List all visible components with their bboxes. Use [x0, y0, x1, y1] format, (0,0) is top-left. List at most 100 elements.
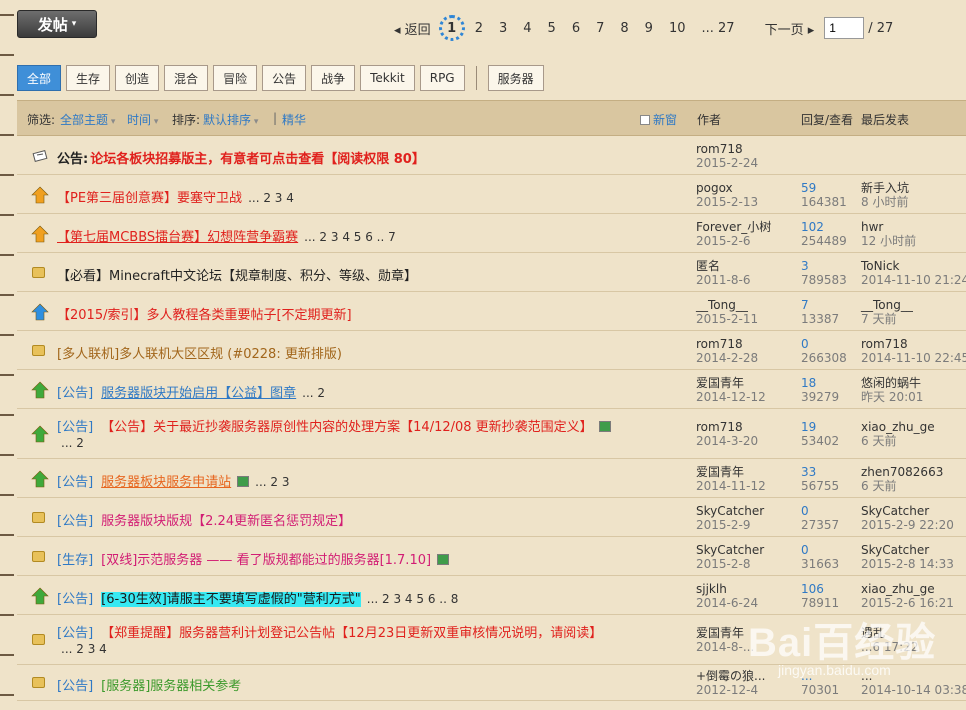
author-name[interactable]: SkyCatcher: [696, 504, 764, 518]
last-poster[interactable]: zhen7082663: [861, 465, 943, 479]
last-post-time[interactable]: 2015-2-8 14:33: [861, 557, 954, 571]
author-name[interactable]: 匿名: [696, 259, 750, 273]
thread-row[interactable]: [多人联机]多人联机大区区规 (#0228: 更新排版) rom718 2014-2…: [17, 331, 966, 370]
thread-title-link[interactable]: [多人联机]多人联机大区区规 (#0228: 更新排版): [57, 347, 342, 362]
thread-prefix[interactable]: [生存]: [57, 553, 93, 568]
category-tab[interactable]: 全部: [17, 65, 62, 91]
thread-title-link[interactable]: 【PE第三届创意赛】要塞守卫战: [57, 191, 242, 206]
thread-title-link[interactable]: 【公告】关于最近抄袭服务器原创性内容的处理方案【14/12/08 更新抄袭范围定…: [101, 420, 593, 435]
page-link[interactable]: 7: [588, 21, 612, 36]
last-poster[interactable]: xiao_zhu_ge: [861, 582, 954, 596]
back-link[interactable]: ◂ 返回: [386, 19, 439, 38]
thread-row[interactable]: [公告] [服务器]服务器相关参考 +倒霉の狼... 2012-12-4... 7030…: [17, 665, 966, 701]
thread-prefix[interactable]: [公告]: [57, 592, 93, 607]
author-name[interactable]: rom718: [696, 337, 758, 351]
last-post-time[interactable]: ...6 17:22: [861, 640, 918, 654]
thread-title-link[interactable]: 【第七届MCBBS擂台赛】幻想阵营争霸赛: [57, 230, 298, 245]
thread-prefix[interactable]: [公告]: [57, 475, 93, 490]
last-post-time[interactable]: 7 天前: [861, 312, 913, 326]
thread-row[interactable]: [公告] 服务器版块版规【2.24更新匿名惩罚规定】 SkyCatcher 2015-…: [17, 498, 966, 537]
thread-title-link[interactable]: 【必看】Minecraft中文论坛【规章制度、积分、等级、勋章】: [57, 269, 417, 284]
category-tab[interactable]: 混合: [164, 65, 209, 91]
category-tab[interactable]: 生存: [66, 65, 111, 91]
last-poster[interactable]: ...: [861, 669, 966, 683]
thread-row[interactable]: [生存] [双线]示范服务器 —— 看了版规都能过的服务器[1.7.10] SkyC…: [17, 537, 966, 576]
thread-row[interactable]: [公告] 【公告】关于最近抄袭服务器原创性内容的处理方案【14/12/08 更新抄…: [17, 409, 966, 459]
author-name[interactable]: rom718: [696, 420, 758, 434]
thread-prefix[interactable]: 公告:: [57, 152, 88, 167]
page-link[interactable]: 6: [564, 21, 588, 36]
category-tab[interactable]: 创造: [115, 65, 160, 91]
category-tab[interactable]: 战争: [311, 65, 356, 91]
thread-pages[interactable]: ... 2: [302, 386, 325, 400]
thread-pages[interactable]: ... 2 3 4: [248, 191, 294, 205]
thread-title-link[interactable]: 【郑重提醒】服务器营利计划登记公告帖【12月23日更新双重审核情况说明，请阅读】: [101, 626, 602, 641]
thread-title-link[interactable]: [6-30生效]请服主不要填写虚假的"营利方式": [101, 592, 361, 607]
last-post-time[interactable]: 2015-2-6 16:21: [861, 596, 954, 610]
thread-prefix[interactable]: [公告]: [57, 420, 93, 435]
author-name[interactable]: pogox: [696, 181, 758, 195]
last-poster[interactable]: ToNick: [861, 259, 966, 273]
author-name[interactable]: rom718: [696, 142, 758, 156]
thread-title-link[interactable]: 服务器版块版规【2.24更新匿名惩罚规定】: [101, 514, 351, 529]
last-poster[interactable]: SkyCatcher: [861, 504, 954, 518]
thread-prefix[interactable]: [公告]: [57, 514, 93, 529]
thread-title-link[interactable]: 服务器版块开始启用【公益】图章: [101, 386, 296, 401]
category-tab[interactable]: RPG: [419, 65, 465, 91]
author-name[interactable]: 爱国青年: [696, 626, 754, 640]
last-post-time[interactable]: 2014-11-10 21:24: [861, 273, 966, 287]
category-tab[interactable]: Tekkit: [360, 65, 415, 91]
thread-title-link[interactable]: [双线]示范服务器 —— 看了版规都能过的服务器[1.7.10]: [101, 553, 431, 568]
thread-pages[interactable]: ... 2 3 4: [61, 642, 107, 656]
next-page-link[interactable]: 下一页 ▸: [743, 19, 821, 38]
author-name[interactable]: sjjklh: [696, 582, 758, 596]
digest-link[interactable]: 精华: [282, 111, 306, 128]
thread-title-link[interactable]: 【2015/索引】多人教程各类重要帖子[不定期更新]: [57, 308, 352, 323]
last-poster[interactable]: 新手入坑: [861, 181, 909, 195]
last-post-time[interactable]: 2014-11-10 22:45: [861, 351, 966, 365]
last-poster[interactable]: SkyCatcher: [861, 543, 954, 557]
last-post-time[interactable]: 6 天前: [861, 479, 943, 493]
post-button[interactable]: 发帖 ▾: [17, 10, 97, 38]
thread-row[interactable]: [公告] [6-30生效]请服主不要填写虚假的"营利方式" ... 2 3 4 5 …: [17, 576, 966, 615]
thread-row[interactable]: [公告] 服务器版块开始启用【公益】图章 ... 2 爱国青年 2014-12-12 18…: [17, 370, 966, 409]
thread-pages[interactable]: ... 2 3: [255, 475, 289, 489]
last-poster[interactable]: hwr: [861, 220, 916, 234]
thread-row[interactable]: 公告: 论坛各板块招募版主，有意者可点击查看【阅读权限 80】 rom718 2015…: [17, 137, 966, 175]
author-name[interactable]: __Tong__: [696, 298, 758, 312]
thread-title-link[interactable]: 服务器板块服务申请站: [101, 475, 231, 490]
last-post-time[interactable]: 12 小时前: [861, 234, 916, 248]
thread-prefix[interactable]: [公告]: [57, 386, 93, 401]
last-poster[interactable]: rom718: [861, 337, 966, 351]
page-link[interactable]: 9: [637, 21, 661, 36]
thread-pages[interactable]: ... 2 3 4 5 6 .. 8: [367, 592, 459, 606]
checkbox[interactable]: [640, 115, 650, 125]
thread-prefix[interactable]: [公告]: [57, 679, 93, 694]
category-tab[interactable]: 公告: [262, 65, 307, 91]
page-current[interactable]: 1: [438, 15, 465, 41]
time-dropdown[interactable]: 时间: [127, 111, 158, 128]
last-post-time[interactable]: 2014-10-14 03:38: [861, 683, 966, 697]
thread-pages[interactable]: ... 2 3 4 5 6 .. 7: [304, 230, 396, 244]
author-name[interactable]: SkyCatcher: [696, 543, 764, 557]
page-link[interactable]: 8: [612, 21, 636, 36]
page-input[interactable]: [824, 17, 865, 39]
page-link[interactable]: 5: [540, 21, 564, 36]
last-poster[interactable]: 悠闲的蜗牛: [861, 376, 923, 390]
author-name[interactable]: Forever_小树: [696, 220, 771, 234]
thread-row[interactable]: 【必看】Minecraft中文论坛【规章制度、积分、等级、勋章】 匿名 2011-8…: [17, 253, 966, 292]
page-link[interactable]: 2: [467, 21, 491, 36]
page-link[interactable]: 3: [491, 21, 515, 36]
all-topics-dropdown[interactable]: 全部主题: [60, 111, 115, 128]
thread-row[interactable]: [公告] 【郑重提醒】服务器营利计划登记公告帖【12月23日更新双重审核情况说明，…: [17, 615, 966, 665]
sort-dropdown[interactable]: 默认排序: [203, 111, 258, 128]
thread-row[interactable]: 【第七届MCBBS擂台赛】幻想阵营争霸赛 ... 2 3 4 5 6 .. 7 Fo…: [17, 214, 966, 253]
author-name[interactable]: 爱国青年: [696, 465, 766, 479]
new-window-toggle[interactable]: 新窗: [640, 111, 677, 128]
server-tab[interactable]: 服务器: [487, 65, 544, 91]
thread-title-link[interactable]: 论坛各板块招募版主，有意者可点击查看【阅读权限 80】: [90, 152, 425, 167]
author-name[interactable]: 爱国青年: [696, 376, 766, 390]
page-last[interactable]: ... 27: [693, 21, 742, 36]
thread-row[interactable]: 【2015/索引】多人教程各类重要帖子[不定期更新] __Tong__ 2015-2…: [17, 292, 966, 331]
last-post-time[interactable]: 昨天 20:01: [861, 390, 923, 404]
